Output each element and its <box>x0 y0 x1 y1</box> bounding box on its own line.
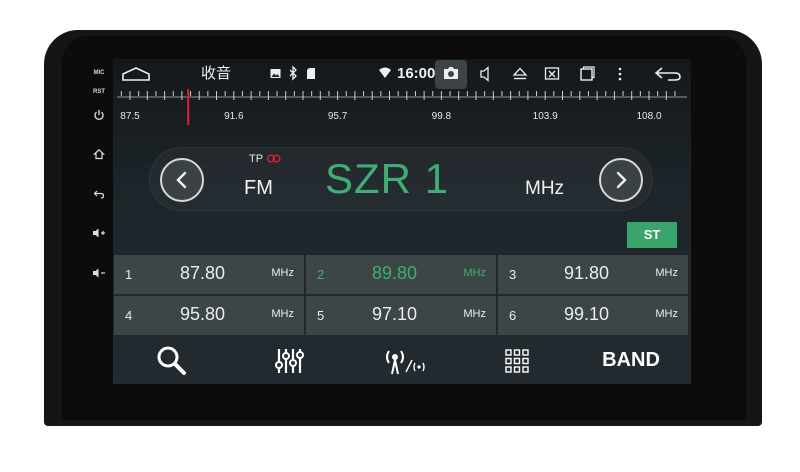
chevron-right-icon <box>616 171 627 189</box>
dial-scale <box>117 89 687 125</box>
preset-unit: MHz <box>271 267 294 279</box>
stereo-button[interactable]: ST <box>627 222 677 248</box>
dial-label: 108.0 <box>636 111 662 122</box>
preset-number: 4 <box>125 308 133 323</box>
preset-number: 1 <box>125 267 133 282</box>
ta-icon <box>266 154 281 163</box>
preset-number: 2 <box>317 267 325 282</box>
close-window-icon[interactable] <box>544 59 560 89</box>
preset-frequency: 87.80 <box>180 263 226 283</box>
return-icon[interactable] <box>654 59 682 89</box>
dial-label: 87.5 <box>120 111 140 122</box>
station-name: SZR 1 <box>325 155 450 202</box>
grid-icon[interactable] <box>502 337 532 384</box>
preset-button[interactable]: 5 97.10 MHz <box>306 296 496 335</box>
image-icon <box>270 59 281 89</box>
preset-unit: MHz <box>463 267 486 279</box>
radio-screen: 收音 16:00 87.5 91.6 95.7 99.8 103.9 108.0… <box>113 59 691 384</box>
preset-unit: MHz <box>463 308 486 320</box>
dial-label: 103.9 <box>532 111 558 122</box>
more-icon[interactable] <box>617 59 623 89</box>
preset-frequency: 89.80 <box>372 263 418 283</box>
tp-label: TP <box>249 153 263 165</box>
preset-number: 3 <box>509 267 517 282</box>
tp-indicator: TP <box>249 153 282 165</box>
side-button-column: MIC RST <box>84 62 114 392</box>
preset-frequency: 99.10 <box>564 304 610 324</box>
bottom-toolbar: BAND <box>113 337 691 384</box>
preset-frequency: 97.10 <box>372 304 418 324</box>
preset-frequency: 91.80 <box>564 263 610 283</box>
home-icon[interactable] <box>84 148 114 163</box>
home-outline-icon[interactable] <box>121 59 151 89</box>
chevron-left-icon <box>176 171 187 189</box>
preset-number: 5 <box>317 308 325 323</box>
broadcast-icon[interactable] <box>383 337 427 384</box>
preset-button[interactable]: 6 99.10 MHz <box>498 296 688 335</box>
volume-up-icon[interactable] <box>84 227 114 242</box>
seek-forward-button[interactable] <box>599 158 643 202</box>
volume-down-icon[interactable] <box>84 267 114 282</box>
band-label: FM <box>244 177 273 199</box>
preset-frequency: 95.80 <box>180 304 226 324</box>
dial-label: 91.6 <box>224 111 244 122</box>
bluetooth-icon <box>288 59 298 89</box>
dial-label: 99.8 <box>431 111 452 122</box>
sd-card-icon <box>306 59 316 89</box>
app-title: 收音 <box>201 65 232 82</box>
preset-number: 6 <box>509 308 517 323</box>
rst-button[interactable]: RST <box>84 89 114 95</box>
preset-unit: MHz <box>271 308 294 320</box>
preset-unit: MHz <box>655 267 678 279</box>
mic-label: MIC <box>93 70 105 76</box>
power-icon[interactable] <box>84 109 114 124</box>
preset-button[interactable]: 1 87.80 MHz <box>114 255 304 294</box>
wifi-icon <box>379 59 391 89</box>
dial-label: 95.7 <box>327 111 348 122</box>
frequency-dial[interactable]: 87.5 91.6 95.7 99.8 103.9 108.0 <box>113 89 691 125</box>
camera-icon[interactable] <box>443 59 459 89</box>
band-button[interactable]: BAND <box>595 337 667 384</box>
frequency-unit: MHz <box>525 178 565 199</box>
preset-unit: MHz <box>655 308 678 320</box>
preset-button[interactable]: 3 91.80 MHz <box>498 255 688 294</box>
back-icon[interactable] <box>84 188 114 203</box>
preset-button-selected[interactable]: 2 89.80 MHz <box>306 255 496 294</box>
search-icon[interactable] <box>151 337 191 384</box>
preset-button[interactable]: 4 95.80 MHz <box>114 296 304 335</box>
seek-back-button[interactable] <box>160 158 204 202</box>
equalizer-icon[interactable] <box>269 337 309 384</box>
clock: 16:00 <box>397 65 436 82</box>
status-bar: 收音 16:00 <box>113 59 691 89</box>
volume-icon[interactable] <box>480 59 492 89</box>
eject-icon[interactable] <box>512 59 528 89</box>
recent-apps-icon[interactable] <box>579 59 595 89</box>
